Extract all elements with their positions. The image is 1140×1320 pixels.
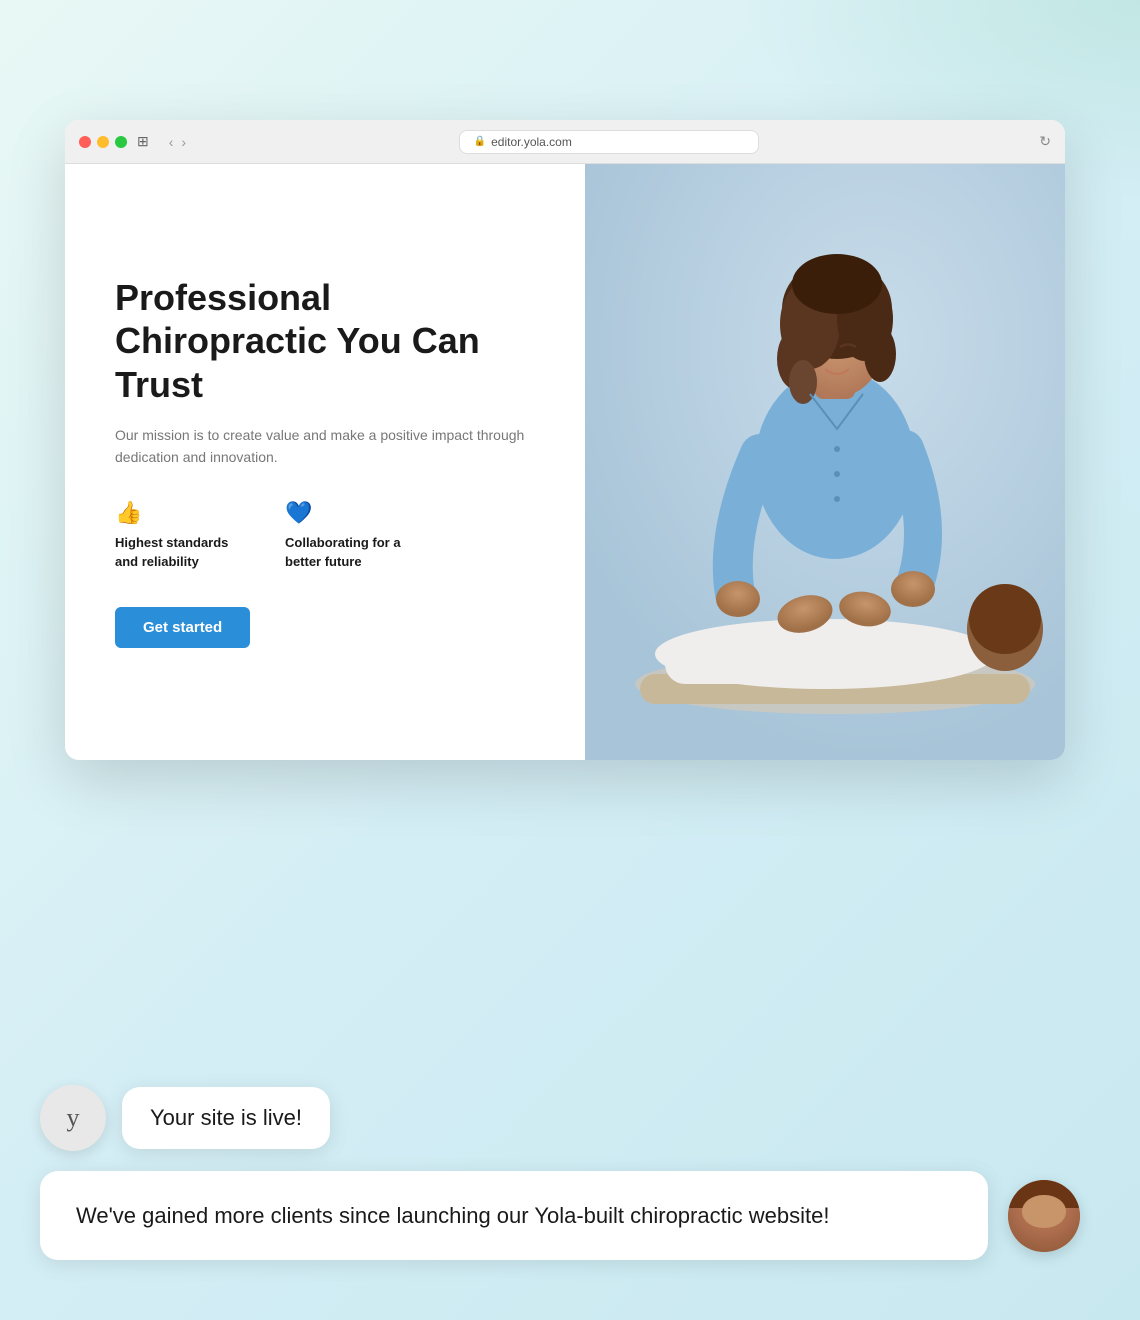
user-avatar <box>1008 1180 1080 1252</box>
avatar-face <box>1022 1195 1065 1227</box>
chiro-illustration <box>585 164 1065 760</box>
lock-icon: 🔒 <box>474 136 486 147</box>
yola-letter: y <box>67 1103 80 1133</box>
live-message-bubble: Your site is live! <box>122 1087 330 1149</box>
dot-red[interactable] <box>79 136 91 148</box>
refresh-button[interactable]: ↻ <box>1039 133 1051 150</box>
browser-controls: ‹ › <box>169 134 186 150</box>
chat-testimonial-row: We've gained more clients since launchin… <box>40 1171 1080 1260</box>
hero-title: Professional Chiropractic You Can Trust <box>115 276 535 406</box>
dot-yellow[interactable] <box>97 136 109 148</box>
thumbs-up-icon: 👍 <box>115 500 245 526</box>
browser-toolbar: ⊞ ‹ › 🔒 editor.yola.com ↻ <box>65 120 1065 164</box>
back-button[interactable]: ‹ <box>169 134 174 150</box>
browser-content: Professional Chiropractic You Can Trust … <box>65 164 1065 760</box>
feature-item-2: 💙 Collaborating for a better future <box>285 500 415 570</box>
heart-icon: 💙 <box>285 500 415 526</box>
forward-button[interactable]: › <box>181 134 186 150</box>
address-bar-wrapper: 🔒 editor.yola.com <box>196 130 1021 154</box>
hero-subtitle: Our mission is to create value and make … <box>115 424 535 469</box>
hero-image: Unsplash+ Unsplash+ Unsplash+ Unsplash+ … <box>585 164 1065 760</box>
yola-avatar: y <box>40 1085 106 1151</box>
dot-green[interactable] <box>115 136 127 148</box>
browser-window: ⊞ ‹ › 🔒 editor.yola.com ↻ Professional C… <box>65 120 1065 760</box>
feature-2-text: Collaborating for a better future <box>285 534 415 570</box>
hero-right-panel: Unsplash+ Unsplash+ Unsplash+ Unsplash+ … <box>585 164 1065 760</box>
live-message-text: Your site is live! <box>150 1105 302 1130</box>
hero-left-panel: Professional Chiropractic You Can Trust … <box>65 164 585 760</box>
url-text: editor.yola.com <box>491 135 572 149</box>
traffic-lights <box>79 136 127 148</box>
feature-item-1: 👍 Highest standards and reliability <box>115 500 245 570</box>
chat-live-row: y Your site is live! <box>40 1085 1080 1151</box>
feature-1-text: Highest standards and reliability <box>115 534 245 570</box>
user-avatar-inner <box>1008 1180 1080 1252</box>
sidebar-toggle-icon[interactable]: ⊞ <box>137 133 149 150</box>
features-row: 👍 Highest standards and reliability 💙 Co… <box>115 500 535 570</box>
address-bar[interactable]: 🔒 editor.yola.com <box>459 130 759 154</box>
testimonial-text: We've gained more clients since launchin… <box>76 1203 829 1228</box>
testimonial-bubble: We've gained more clients since launchin… <box>40 1171 988 1260</box>
chat-section: y Your site is live! We've gained more c… <box>40 1085 1080 1260</box>
get-started-button[interactable]: Get started <box>115 607 250 648</box>
